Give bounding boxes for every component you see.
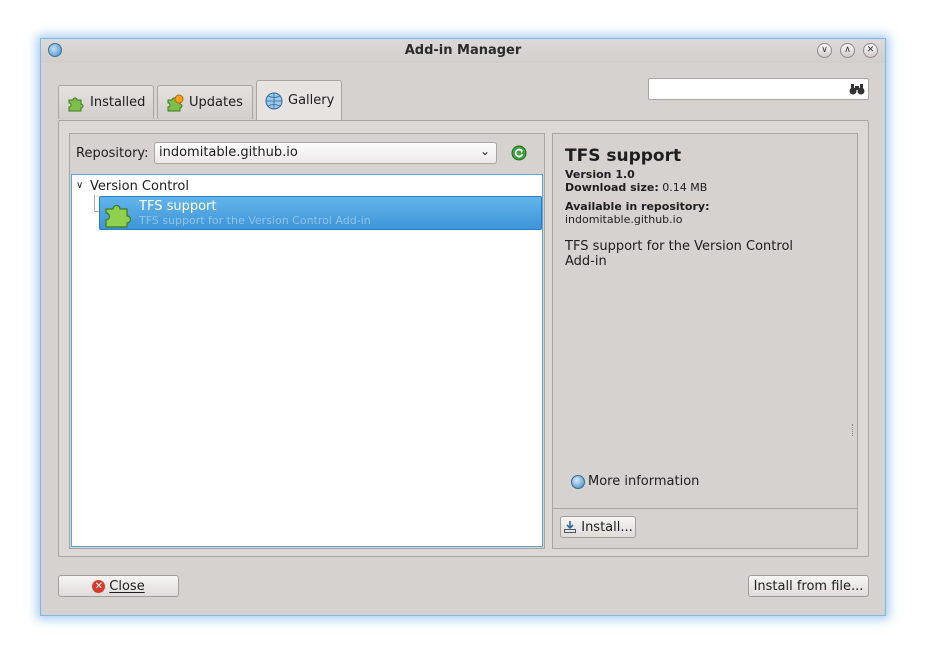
download-size-text: Download size: 0.14 MB bbox=[565, 181, 708, 194]
addin-list-pane: Repository: indomitable.github.io ⌄ ∨ Ve… bbox=[69, 133, 545, 549]
minimize-button[interactable]: ∨ bbox=[817, 43, 832, 58]
repository-select[interactable]: indomitable.github.io ⌄ bbox=[154, 142, 497, 164]
tree-group-version-control[interactable]: Version Control bbox=[90, 179, 189, 194]
install-label: Install... bbox=[581, 519, 633, 535]
globe-icon bbox=[571, 474, 585, 489]
install-button[interactable]: Install... bbox=[560, 516, 636, 538]
tree-item-description: TFS support for the Version Control Add-… bbox=[139, 214, 371, 227]
gallery-panel: Repository: indomitable.github.io ⌄ ∨ Ve… bbox=[58, 120, 869, 557]
tab-updates[interactable]: Updates bbox=[157, 85, 253, 119]
search-input[interactable] bbox=[648, 78, 869, 100]
available-in-repo-value: indomitable.github.io bbox=[565, 213, 683, 226]
tree-item-name: TFS support bbox=[139, 199, 217, 214]
close-window-button[interactable]: ✕ bbox=[863, 43, 878, 58]
tab-installed[interactable]: Installed bbox=[58, 85, 154, 119]
tree-item-tfs-support[interactable]: TFS support TFS support for the Version … bbox=[99, 196, 542, 230]
close-button[interactable]: ✕ Close bbox=[58, 575, 179, 597]
title-bar[interactable]: Add-in Manager ∨ ∧ ✕ bbox=[41, 39, 885, 63]
repository-value: indomitable.github.io bbox=[159, 145, 298, 160]
details-divider bbox=[553, 508, 857, 509]
close-icon: ✕ bbox=[92, 579, 106, 593]
binoculars-icon[interactable] bbox=[849, 82, 865, 96]
install-from-file-label: Install from file... bbox=[753, 578, 864, 594]
close-label: Close bbox=[109, 578, 145, 594]
puzzle-update-icon bbox=[167, 94, 184, 111]
addin-description: TFS support for the Version Control Add-… bbox=[565, 239, 794, 269]
tab-gallery-label: Gallery bbox=[288, 93, 335, 108]
tab-gallery[interactable]: Gallery bbox=[256, 80, 342, 120]
tab-installed-label: Installed bbox=[90, 95, 146, 110]
chevron-down-icon: ⌄ bbox=[479, 144, 490, 158]
tree-connector bbox=[94, 195, 95, 212]
version-text: Version 1.0 bbox=[565, 168, 635, 181]
puzzle-icon bbox=[68, 97, 84, 111]
puzzle-icon bbox=[105, 204, 132, 228]
more-information-link[interactable]: More information bbox=[571, 474, 699, 489]
more-information-label: More information bbox=[588, 474, 700, 489]
install-from-file-button[interactable]: Install from file... bbox=[748, 575, 869, 597]
addin-tree[interactable]: ∨ Version Control TFS support TFS suppor… bbox=[71, 174, 543, 547]
globe-icon bbox=[265, 92, 283, 109]
expand-arrow-icon[interactable]: ∨ bbox=[76, 180, 83, 191]
resize-grip[interactable] bbox=[852, 424, 855, 436]
window-title: Add-in Manager bbox=[404, 43, 522, 58]
details-pane: TFS support Version 1.0 Download size: 0… bbox=[552, 133, 858, 549]
download-icon bbox=[564, 521, 577, 533]
tab-updates-label: Updates bbox=[189, 95, 243, 110]
addin-title: TFS support bbox=[565, 146, 682, 166]
add-in-manager-window: Add-in Manager ∨ ∧ ✕ Installed Updates G… bbox=[40, 38, 886, 616]
refresh-icon[interactable] bbox=[510, 144, 528, 162]
available-in-repo-label: Available in repository: bbox=[565, 200, 710, 213]
maximize-button[interactable]: ∧ bbox=[840, 43, 855, 58]
repository-label: Repository: bbox=[76, 146, 149, 161]
